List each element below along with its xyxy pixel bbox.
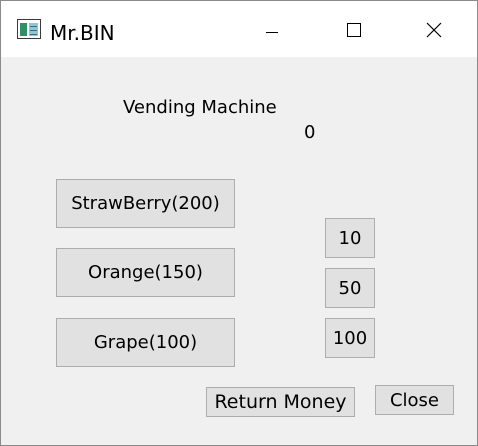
client-area: Vending Machine 0 StrawBerry(200) Orange… xyxy=(1,57,477,445)
window-close-button[interactable] xyxy=(411,1,457,57)
app-window: Mr.BIN Vending Machine 0 StrawBerry(200)… xyxy=(0,0,478,446)
icon-line xyxy=(30,26,37,27)
icon-line xyxy=(30,34,37,35)
close-button[interactable]: Close xyxy=(375,385,454,415)
minimize-button[interactable] xyxy=(249,1,295,57)
minimize-icon xyxy=(266,32,278,33)
window-title: Mr.BIN xyxy=(50,21,115,45)
strawberry-button[interactable]: StrawBerry(200) xyxy=(56,179,235,228)
vending-machine-label: Vending Machine xyxy=(123,97,277,118)
coin-10-button[interactable]: 10 xyxy=(325,218,375,258)
coin-100-button[interactable]: 100 xyxy=(325,318,375,358)
icon-left-pane xyxy=(20,23,27,36)
maximize-button[interactable] xyxy=(331,1,377,57)
orange-button[interactable]: Orange(150) xyxy=(56,248,235,297)
grape-button[interactable]: Grape(100) xyxy=(56,318,235,367)
coin-50-button[interactable]: 50 xyxy=(325,268,375,308)
balance-value: 0 xyxy=(304,122,316,143)
return-money-button[interactable]: Return Money xyxy=(206,387,355,417)
title-bar[interactable]: Mr.BIN xyxy=(1,1,477,57)
close-icon xyxy=(426,22,442,38)
icon-line xyxy=(30,30,37,31)
maximize-icon xyxy=(347,23,361,37)
application-window-icon xyxy=(17,19,41,39)
